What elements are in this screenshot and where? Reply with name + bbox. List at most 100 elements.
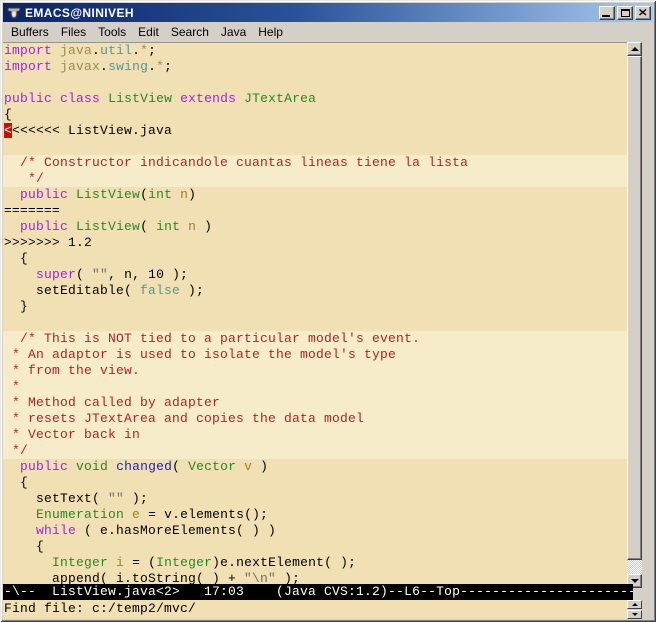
code-token: class [60, 91, 100, 106]
minibuffer-input[interactable]: Find file: c:/temp2/mvc/ [3, 600, 627, 619]
code-token [52, 43, 60, 58]
code-token: util [100, 43, 132, 58]
code-token [108, 555, 116, 570]
code-token [52, 59, 60, 74]
code-token: append( i.toString( ) + [4, 571, 244, 584]
code-token [4, 523, 36, 538]
close-icon [639, 9, 647, 16]
minimize-button[interactable] [599, 6, 615, 20]
code-token: extends [180, 91, 236, 106]
code-token [124, 507, 132, 522]
code-line: { [3, 251, 627, 267]
menu-item-help[interactable]: Help [252, 22, 289, 42]
code-token: <<<<<< ListView.java [12, 123, 172, 138]
menu-item-search[interactable]: Search [165, 22, 215, 42]
code-token [4, 187, 20, 202]
code-line: /* This is NOT tied to a particular mode… [3, 331, 627, 347]
editor-buffer[interactable]: import java.util.*;import javax.swing.*;… [3, 42, 627, 584]
code-line: setEditable( false ); [3, 283, 627, 299]
code-token [172, 91, 180, 106]
code-token: { [4, 251, 28, 266]
code-line: super( "", n, 10 ); [3, 267, 627, 283]
code-token: ListView [108, 91, 172, 106]
code-line [3, 139, 627, 155]
code-token: * [4, 379, 20, 394]
code-token: n [180, 187, 188, 202]
code-token: int [148, 187, 172, 202]
minibuffer-scrollbar[interactable] [627, 600, 642, 619]
scrollbar-up-button[interactable] [627, 42, 642, 56]
code-token: ); [124, 491, 148, 506]
code-token: super [36, 267, 76, 282]
code-token: while [36, 523, 76, 538]
code-token: * An adaptor is used to isolate the mode… [4, 347, 396, 362]
code-token: void [76, 459, 108, 474]
menu-item-edit[interactable]: Edit [132, 22, 165, 42]
code-line: append( i.toString( ) + "\n" ); [3, 571, 627, 584]
code-token: public [20, 187, 68, 202]
menu-item-buffers[interactable]: Buffers [5, 22, 55, 42]
code-token: ( [172, 459, 188, 474]
code-line: * An adaptor is used to isolate the mode… [3, 347, 627, 363]
code-token: import [4, 59, 52, 74]
code-token: { [4, 475, 28, 490]
code-token [4, 219, 20, 234]
code-token: } [4, 299, 28, 314]
code-token [100, 91, 108, 106]
arrow-down-icon [631, 579, 639, 583]
code-token: import [4, 43, 52, 58]
code-token: Vector [188, 459, 236, 474]
code-line: import java.util.*; [3, 43, 627, 59]
code-token: n [188, 219, 196, 234]
menu-item-files[interactable]: Files [55, 22, 92, 42]
code-token: /* This is NOT tied to a particular mode… [4, 331, 420, 346]
code-token: ListView [76, 187, 140, 202]
caption-buttons [599, 6, 651, 20]
mode-line: -\-- ListView.java<2> 17:03 (Java CVS:1.… [3, 584, 633, 600]
code-token: >>>>>>> 1.2 [4, 235, 92, 250]
code-line: <<<<<<< ListView.java [3, 123, 627, 139]
scrollbar-track[interactable] [627, 560, 642, 574]
code-token: i [116, 555, 124, 570]
code-token: Integer [52, 555, 108, 570]
code-line: >>>>>>> 1.2 [3, 235, 627, 251]
code-line: * Vector back in [3, 427, 627, 443]
code-line: while ( e.hasMoreElements( ) ) [3, 523, 627, 539]
menu-item-java[interactable]: Java [215, 22, 252, 42]
code-token: swing [108, 59, 148, 74]
code-token: ( [76, 267, 92, 282]
code-token: "" [108, 491, 124, 506]
scrollbar[interactable] [627, 42, 642, 588]
code-token: changed [116, 459, 172, 474]
code-line: public ListView(int n) [3, 187, 627, 203]
code-token: ) [252, 459, 268, 474]
code-token [236, 459, 244, 474]
code-token: /* Constructor indicandole cuantas linea… [4, 155, 468, 170]
code-line: * Method called by adapter [3, 395, 627, 411]
title-bar[interactable]: EMACS@NINIVEH [3, 3, 653, 22]
scrollbar-thumb[interactable] [627, 56, 642, 560]
code-line: public ListView( int n ) [3, 219, 627, 235]
code-token: */ [4, 171, 44, 186]
code-token [4, 267, 36, 282]
minimize-icon [602, 15, 610, 17]
maximize-button[interactable] [617, 6, 633, 20]
code-token [236, 91, 244, 106]
code-line [3, 75, 627, 91]
code-line: public class ListView extends JTextArea [3, 91, 627, 107]
code-token: Enumeration [36, 507, 124, 522]
code-line [3, 315, 627, 331]
code-line: * from the view. [3, 363, 627, 379]
minibuffer-scroll-down-button[interactable] [627, 610, 642, 619]
maximize-icon [621, 9, 630, 17]
menu-bar: BuffersFilesToolsEditSearchJavaHelp [3, 22, 653, 42]
code-token: int [156, 219, 180, 234]
code-token: ); [276, 571, 300, 584]
menu-item-tools[interactable]: Tools [92, 22, 132, 42]
code-line: Enumeration e = v.elements(); [3, 507, 627, 523]
code-token: * resets JTextArea and copies the data m… [4, 411, 364, 426]
minibuffer-scroll-up-button[interactable] [627, 600, 642, 609]
code-token: ( e.hasMoreElements( ) ) [76, 523, 276, 538]
code-token: */ [4, 443, 28, 458]
close-button[interactable] [635, 6, 651, 20]
